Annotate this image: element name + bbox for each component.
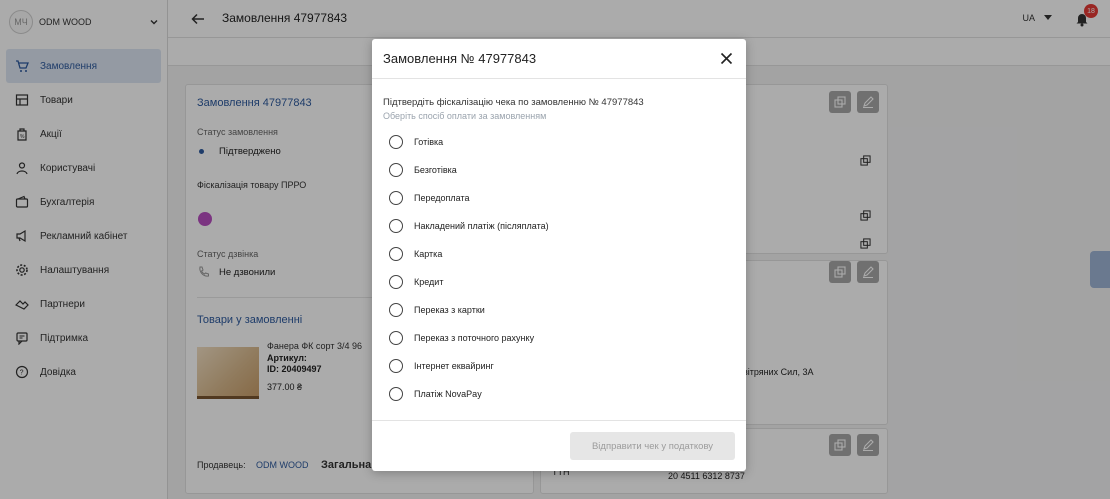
payment-option[interactable]: Кредит [389,268,729,296]
confirm-text: Підтвердіть фіскалізацію чека по замовле… [383,97,644,108]
option-label: Інтернет еквайринг [414,361,494,371]
modal-title: Замовлення № 47977843 [383,51,537,66]
option-label: Готівка [414,137,444,147]
option-label: Платіж NovaPay [414,389,482,399]
payment-option[interactable]: Накладений платіж (післяплата) [389,212,729,240]
payment-option[interactable]: Картка [389,240,729,268]
radio-button[interactable] [389,303,403,317]
payment-option[interactable]: Переказ з поточного рахунку [389,324,729,352]
payment-hint: Оберіть спосіб оплати за замовленням [383,111,547,121]
radio-button[interactable] [389,359,403,373]
send-receipt-button[interactable]: Відправити чек у податкову [570,432,735,460]
payment-option[interactable]: Готівка [389,128,729,156]
option-label: Картка [414,249,443,259]
payment-options: Готівка Безготівка Передоплата Накладени… [389,128,729,408]
option-label: Безготівка [414,165,457,175]
radio-button[interactable] [389,135,403,149]
modal-header: Замовлення № 47977843 [372,39,746,79]
payment-option[interactable]: Інтернет еквайринг [389,352,729,380]
option-label: Переказ з поточного рахунку [414,333,535,343]
radio-button[interactable] [389,387,403,401]
radio-button[interactable] [389,331,403,345]
payment-option[interactable]: Передоплата [389,184,729,212]
modal-footer: Відправити чек у податкову [372,420,746,471]
radio-button[interactable] [389,275,403,289]
option-label: Переказ з картки [414,305,485,315]
option-label: Накладений платіж (післяплата) [414,221,549,231]
payment-option[interactable]: Платіж NovaPay [389,380,729,408]
payment-option[interactable]: Безготівка [389,156,729,184]
radio-button[interactable] [389,219,403,233]
radio-button[interactable] [389,247,403,261]
fiscalization-modal: Замовлення № 47977843 Підтвердіть фіскал… [372,39,746,471]
payment-option[interactable]: Переказ з картки [389,296,729,324]
radio-button[interactable] [389,191,403,205]
option-label: Кредит [414,277,444,287]
close-icon[interactable] [720,52,733,65]
option-label: Передоплата [414,193,470,203]
radio-button[interactable] [389,163,403,177]
